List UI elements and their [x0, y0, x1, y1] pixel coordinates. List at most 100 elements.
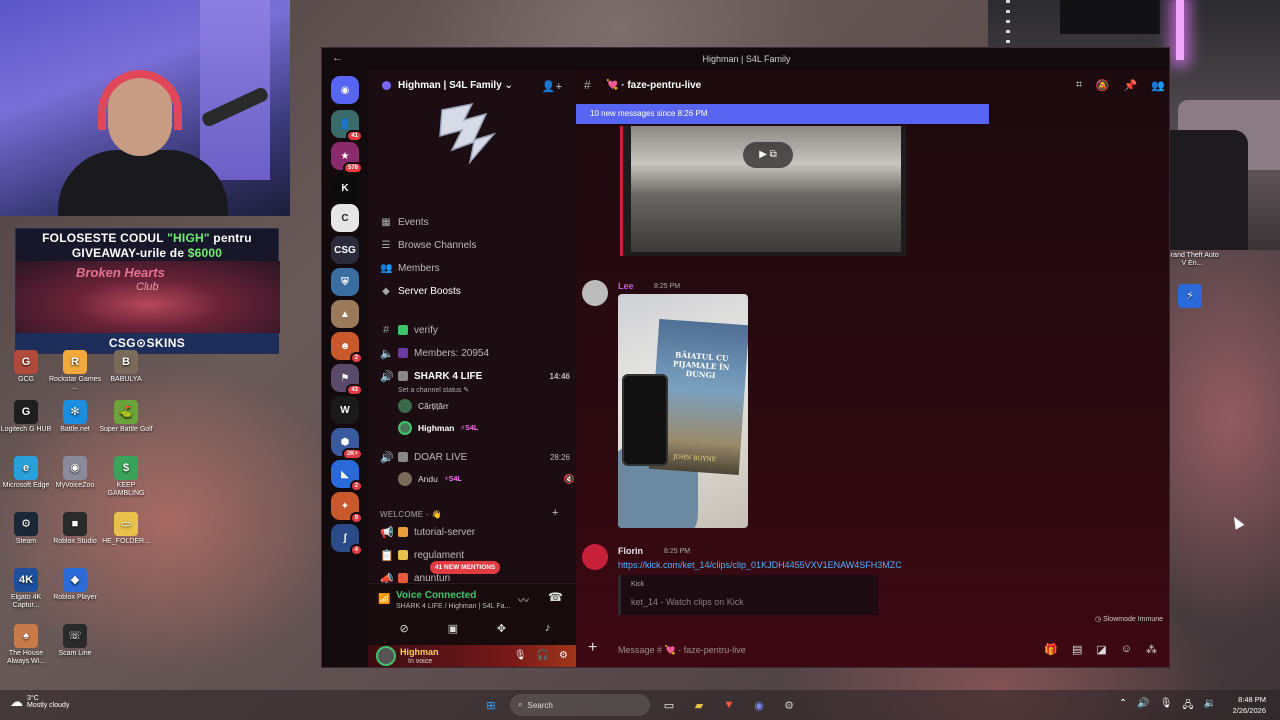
desktop-icon[interactable]: G GCG — [0, 350, 54, 384]
voice-user[interactable]: Highman ⚡S4L — [398, 419, 478, 437]
user-name[interactable]: Highman — [400, 647, 439, 657]
server-icon[interactable]: 👤 41 — [331, 110, 363, 142]
task-view-icon[interactable]: ▭ — [658, 694, 680, 716]
voice-connected-subtitle[interactable]: SHARK 4 LIFE / Highman | S4L Fa... — [396, 603, 510, 610]
desktop-icon[interactable]: ✻ Battle.net — [47, 400, 103, 434]
server-icon[interactable]: C — [331, 204, 359, 232]
link-embed[interactable]: Kick ket_14 - Watch clips on Kick — [618, 575, 878, 615]
desktop-icon[interactable]: ♠ The House Always Wi... — [0, 624, 54, 666]
brave-icon[interactable]: ▼ — [718, 694, 740, 716]
image-attachment[interactable]: BĂIATUL CU PIJAMALE ÎN DUNGI JOHN BOYNE — [618, 294, 748, 528]
voice-user[interactable]: Andu ⚡S4L 🔇 — [398, 470, 575, 488]
server-icon[interactable]: ▲ — [331, 300, 359, 328]
play-button[interactable]: ▶ ⧉ — [743, 142, 793, 168]
tray-overflow-icon[interactable]: ⌃ — [1119, 698, 1127, 715]
voice-user[interactable]: Cărțițărr — [398, 397, 449, 415]
desktop-icon[interactable]: ■ Roblox Studio — [47, 512, 103, 546]
desktop-icon[interactable]: e Microsoft Edge — [0, 456, 54, 490]
desktop-icon[interactable]: $ KEEP GAMBLING — [98, 456, 154, 498]
message-input[interactable]: Message # 💘 · faze-pentru-live — [618, 645, 746, 656]
notifications-muted-icon[interactable]: 🔕 — [1096, 79, 1110, 92]
noise-suppression-icon[interactable]: 〰 — [518, 592, 529, 608]
message-author[interactable]: Lee — [618, 281, 634, 291]
nav-server-boosts[interactable]: ◆ Server Boosts — [380, 281, 461, 301]
headphones-icon[interactable]: 🎧 — [537, 650, 549, 661]
desktop-icon[interactable]: ⚙ Steam — [0, 512, 54, 546]
weather-widget[interactable]: ☁ 3°C Mostly cloudy — [10, 694, 69, 710]
settings-gear-icon[interactable]: ⚙ — [559, 650, 568, 661]
windows-start-icon[interactable]: ⊞ — [480, 694, 502, 716]
desktop-icon[interactable]: ☏ Scam Line — [47, 624, 103, 658]
desktop-icon[interactable]: ⛳ Super Battle Golf — [98, 400, 154, 434]
desktop-icon[interactable]: ◆ Roblox Player — [47, 568, 103, 602]
desktop-icon[interactable]: R Rockstar Games ... — [47, 350, 103, 392]
server-icon[interactable]: ◉ — [331, 76, 359, 104]
activities-icon[interactable]: ✥ — [497, 622, 506, 635]
mic-tray-icon[interactable]: 🎙 — [1160, 698, 1173, 715]
server-icon[interactable]: ✦ 9 — [331, 492, 363, 524]
add-attachment-icon[interactable]: + — [588, 639, 597, 657]
avatar[interactable] — [582, 544, 608, 570]
server-icon[interactable]: ⬢ 2K+ — [331, 428, 363, 460]
signal-icon[interactable]: 📶 — [378, 594, 390, 605]
invite-icon[interactable]: 👤+ — [542, 80, 562, 93]
new-messages-bar[interactable]: 10 new messages since 8:26 PM — [576, 104, 989, 124]
camera-off-icon[interactable]: ⊘ — [399, 622, 408, 635]
sticker-icon[interactable]: ◪ — [1096, 643, 1106, 656]
video-embed[interactable]: ▶ ⧉ — [620, 126, 906, 256]
voice-channel-shark[interactable]: 🔊 SHARK 4 LIFE 14:46 — [380, 366, 570, 386]
server-icon[interactable]: ◣ 2 — [331, 460, 363, 492]
server-icon[interactable]: ⚑ 43 — [331, 364, 363, 396]
desktop-icon[interactable]: ▭ HE_FOLDER... — [98, 512, 154, 546]
discord-taskbar-icon[interactable]: ◉ — [748, 694, 770, 716]
category-welcome[interactable]: WELCOME - 👋 — [380, 510, 442, 519]
server-icon[interactable]: ☻ 2 — [331, 332, 363, 364]
channel-verify[interactable]: # verify — [380, 320, 570, 340]
desktop-icon[interactable]: 4K Elgato 4K Captur... — [0, 568, 54, 610]
channel-members-count[interactable]: 🔈 Members: 20954 — [380, 343, 570, 363]
channel-status-prompt[interactable]: Set a channel status ✎ — [398, 386, 469, 394]
nav-events[interactable]: ▦ Events — [380, 212, 428, 232]
message-link[interactable]: https://kick.com/ket_14/clips/clip_01KJD… — [618, 560, 902, 570]
new-mentions-pill[interactable]: 41 NEW MENTIONS — [430, 561, 501, 574]
server-icon[interactable]: ⛨ — [331, 268, 359, 296]
apps-icon[interactable]: ⁂ — [1146, 643, 1157, 656]
desktop-icon[interactable]: ◉ MyVoiceZoo — [47, 456, 103, 490]
add-channel-icon[interactable]: + — [552, 507, 558, 519]
message-author[interactable]: Florin — [618, 546, 643, 556]
volume-icon[interactable]: 🔊 — [1137, 698, 1149, 715]
member-list-icon[interactable]: 👥 — [1151, 79, 1165, 92]
disconnect-icon[interactable]: ☎ — [548, 590, 563, 604]
gift-icon[interactable]: 🎁 — [1044, 643, 1058, 656]
avatar[interactable] — [582, 280, 608, 306]
file-explorer-icon[interactable]: ▰ — [688, 694, 710, 716]
voice-connected-title[interactable]: Voice Connected — [396, 590, 476, 601]
network-icon[interactable]: 🖧 — [1182, 698, 1193, 715]
nav-browse-channels[interactable]: ☰ Browse Channels — [380, 235, 477, 255]
server-icon[interactable]: ★ 578 — [331, 142, 363, 174]
clock[interactable]: 8:48 PM 2/26/2026 — [1233, 694, 1266, 716]
soundboard-icon[interactable]: ♪ — [545, 622, 551, 635]
server-icon[interactable]: CSG — [331, 236, 359, 264]
server-header[interactable]: Highman | S4L Family ⌄ 👤+ — [368, 70, 576, 100]
avatar[interactable] — [376, 646, 396, 666]
desktop-icon-shortcut[interactable]: ⚡ — [1162, 284, 1218, 310]
screen-share-icon[interactable]: ▣ — [448, 622, 458, 635]
desktop-icon[interactable]: B BABULYA — [98, 350, 154, 384]
server-icon[interactable]: ʃ4 — [331, 524, 363, 556]
taskbar-search[interactable]: ⌕ Search — [510, 694, 650, 716]
server-icon[interactable]: K — [331, 174, 359, 202]
embed-title[interactable]: ket_14 - Watch clips on Kick — [631, 597, 744, 607]
gif-icon[interactable]: ▤ — [1072, 643, 1082, 656]
threads-icon[interactable]: ⌗ — [1076, 79, 1082, 92]
voice-channel-doar-live[interactable]: 🔊 DOAR LIVE 28:26 — [380, 447, 570, 467]
nav-members[interactable]: 👥 Members — [380, 258, 440, 278]
speaker-tray-icon[interactable]: 🔉 — [1204, 698, 1216, 715]
steam-taskbar-icon[interactable]: ⚙ — [778, 694, 800, 716]
emoji-icon[interactable]: ☺ — [1121, 643, 1132, 656]
microphone-icon[interactable]: 🎙 — [514, 650, 527, 661]
desktop-icon-gta[interactable]: Grand Theft Auto V En... — [1164, 252, 1220, 268]
channel-tutorial-server[interactable]: 📢 tutorial-server — [380, 522, 570, 542]
pin-icon[interactable]: 📌 — [1124, 79, 1138, 92]
desktop-icon[interactable]: G Logitech G HUB — [0, 400, 54, 434]
